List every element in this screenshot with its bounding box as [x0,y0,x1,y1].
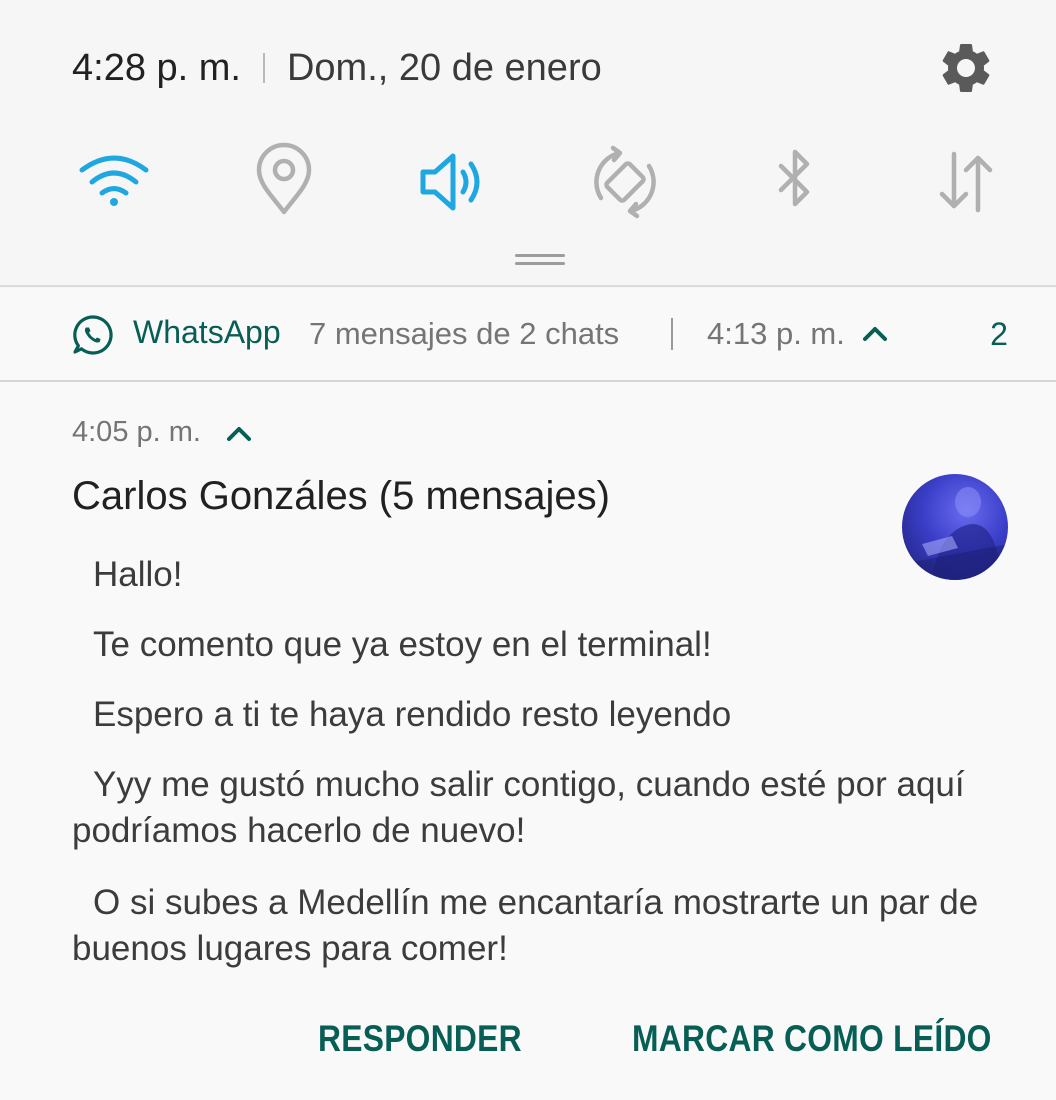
collapse-chevron-up-icon[interactable] [861,320,889,348]
header-separator [671,318,673,350]
conversation-time: 4:05 p. m. [72,416,201,448]
status-separator [262,53,265,83]
header-divider [0,285,1056,287]
status-row: 4:28 p. m. Dom., 20 de enero [72,40,602,96]
message-2: Te comento que ya estoy en el terminal! [93,625,712,664]
message-1: Hallo! [93,555,183,594]
message-4: Yyy me gustó mucho salir contigo, cuando… [72,765,965,850]
reply-button[interactable]: RESPONDER [318,1018,522,1060]
notification-header[interactable]: WhatsApp 7 mensajes de 2 chats 4:13 p. m… [0,288,1056,380]
notification-summary: 7 mensajes de 2 chats [309,316,620,351]
notification-shade: 4:28 p. m. Dom., 20 de enero WhatsApp 7 … [0,0,1056,1100]
notification-actions: RESPONDER MARCAR COMO LEÍDO [0,1018,1056,1078]
notification-time: 4:13 p. m. [707,316,845,351]
settings-gear-icon[interactable] [936,38,996,98]
expand-handle[interactable] [515,254,565,266]
location-icon[interactable] [242,140,326,224]
conversation-chevron-up-icon[interactable] [225,420,253,448]
whatsapp-notification[interactable]: WhatsApp 7 mensajes de 2 chats 4:13 p. m… [0,288,1056,1100]
conversation-title: Carlos Gonzáles (5 mensajes) [72,474,610,518]
clock[interactable]: 4:28 p. m. [72,47,241,90]
wifi-icon[interactable] [72,140,156,224]
auto-rotate-icon[interactable] [583,140,667,224]
notification-count-badge: 2 [990,316,1008,352]
quick-settings-panel: 4:28 p. m. Dom., 20 de enero [0,0,1056,286]
whatsapp-icon [72,314,114,356]
notification-header-divider [0,380,1056,382]
mobile-data-icon[interactable] [924,140,1008,224]
message-5: O si subes a Medellín me encantaría most… [72,883,979,968]
quick-settings-tiles [0,140,1056,224]
mark-as-read-button[interactable]: MARCAR COMO LEÍDO [632,1018,992,1060]
app-name: WhatsApp [133,314,281,350]
message-3: Espero a ti te haya rendido resto leyend… [93,695,732,734]
sound-icon[interactable] [413,140,497,224]
date[interactable]: Dom., 20 de enero [287,47,602,90]
bluetooth-icon[interactable] [753,140,837,224]
